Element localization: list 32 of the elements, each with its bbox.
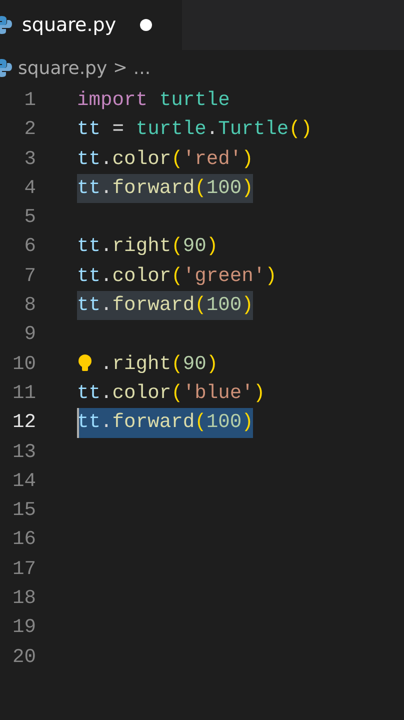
line-number: 14 <box>11 468 36 494</box>
code-line: import turtle <box>77 88 230 113</box>
line-number: 4 <box>23 176 36 201</box>
breadcrumb-item[interactable]: ... <box>133 58 151 78</box>
line-number: 19 <box>11 615 36 640</box>
code-line: .right(90) <box>100 352 218 377</box>
breadcrumb-item[interactable]: square.py <box>18 58 108 78</box>
line-number: 16 <box>11 527 36 552</box>
line-number: 7 <box>23 264 36 289</box>
line-number: 15 <box>11 498 36 524</box>
line-number: 18 <box>11 586 36 612</box>
line-number: 12 <box>11 410 36 436</box>
code-line: tt.color('green') <box>77 264 277 289</box>
code-line: tt.right(90) <box>77 234 218 260</box>
text-cursor <box>77 408 79 438</box>
line-number: 8 <box>23 293 36 318</box>
line-number: 3 <box>23 146 36 172</box>
line-number: 17 <box>11 556 36 582</box>
line-number: 11 <box>11 380 36 406</box>
line-number: 5 <box>23 205 36 230</box>
code-line: tt.color('blue') <box>77 380 266 406</box>
line-number: 1 <box>23 88 36 113</box>
line-number: 6 <box>23 234 36 260</box>
breadcrumb-separator: > <box>113 58 128 78</box>
line-number: 2 <box>23 117 36 142</box>
line-number: 20 <box>11 644 36 670</box>
code-line: tt = turtle.Turtle() <box>77 117 312 142</box>
line-number: 13 <box>11 440 36 465</box>
code-line: tt.color('red') <box>77 146 254 172</box>
file-tab[interactable]: square.py <box>0 0 182 50</box>
line-number: 9 <box>23 322 36 348</box>
line-number: 10 <box>11 352 36 377</box>
